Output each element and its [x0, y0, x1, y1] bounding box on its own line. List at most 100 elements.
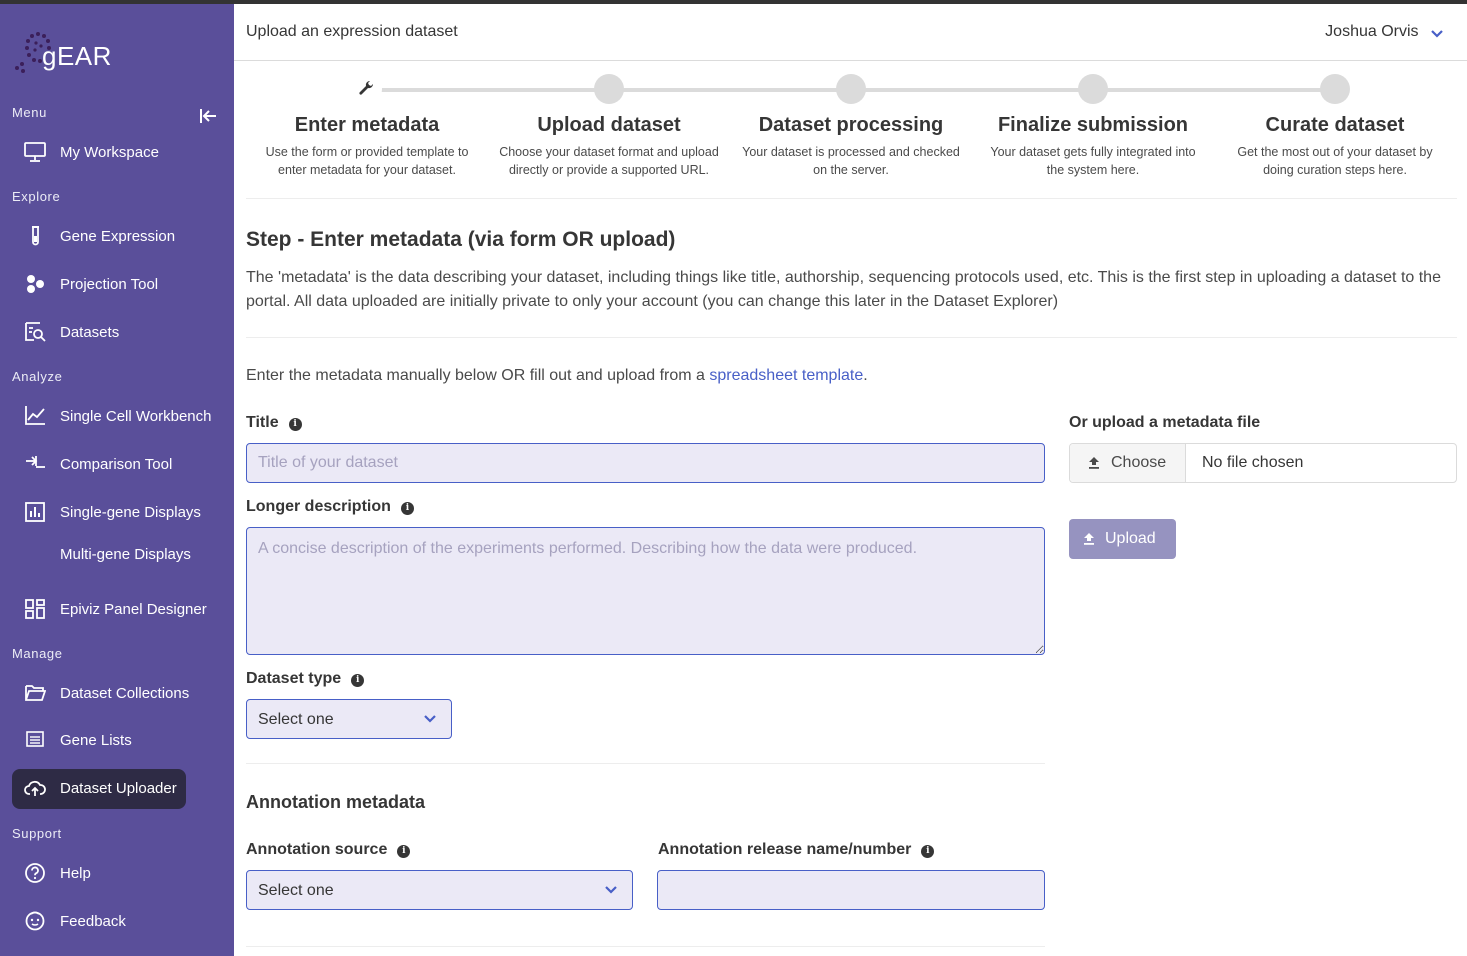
manual-suffix: .	[863, 367, 868, 384]
sidebar-item-label: Feedback	[60, 913, 126, 930]
circles-icon	[27, 275, 44, 293]
sidebar-item-label: My Workspace	[60, 144, 159, 161]
sidebar-item-dataset-uploader[interactable]: Dataset Uploader	[12, 769, 186, 809]
manual-entry-text: Enter the metadata manually below OR fil…	[246, 364, 1451, 388]
compare-arrows-icon	[26, 456, 45, 468]
sidebar-item-dataset-collections[interactable]: Dataset Collections	[12, 674, 222, 714]
user-name: Joshua Orvis	[1325, 23, 1419, 40]
choose-file-button[interactable]: Choose	[1070, 444, 1186, 482]
user-menu[interactable]: Joshua Orvis	[1325, 23, 1443, 41]
annotation-source-label: Annotation source i	[246, 841, 411, 859]
sidebar-item-comparison-tool[interactable]: Comparison Tool	[12, 445, 222, 485]
section-manage: Manage	[12, 646, 63, 661]
divider	[246, 946, 1045, 947]
step-marker	[1320, 74, 1350, 104]
info-icon[interactable]: i	[288, 418, 302, 431]
sidebar-item-multi-gene-displays[interactable]: Multi-gene Displays	[12, 535, 222, 575]
step-dataset-processing: Dataset processing Your dataset is proce…	[730, 74, 972, 179]
sidebar-item-single-gene-displays[interactable]: Single-gene Displays	[12, 493, 222, 533]
page-header: Upload an expression dataset Joshua Orvi…	[234, 4, 1467, 61]
step-enter-metadata: Enter metadata Use the form or provided …	[246, 74, 488, 179]
annotation-source-label-text: Annotation source	[246, 841, 388, 858]
upload-label: Upload	[1105, 530, 1156, 547]
info-icon[interactable]: i	[351, 674, 365, 687]
step-description: Your dataset gets fully integrated into …	[990, 145, 1196, 177]
dataset-type-label-text: Dataset type	[246, 670, 342, 687]
dataset-type-value: Select one	[258, 711, 334, 728]
step-description: Use the form or provided template to ent…	[265, 145, 469, 177]
collapse-sidebar-icon[interactable]	[199, 108, 217, 124]
help-circle-icon	[25, 863, 45, 883]
upload-arrow-icon	[1089, 457, 1099, 469]
spreadsheet-template-link[interactable]: spreadsheet template	[709, 367, 863, 384]
step-marker	[594, 74, 624, 104]
sidebar: gEAR Menu My Workspace Explore Gene Expr…	[0, 4, 234, 956]
sidebar-item-label: Epiviz Panel Designer	[60, 601, 207, 618]
sidebar-item-help[interactable]: Help	[12, 854, 222, 894]
sidebar-item-label: Dataset Uploader	[60, 780, 177, 797]
step-title: Enter metadata	[294, 114, 440, 136]
sidebar-item-feedback[interactable]: Feedback	[12, 902, 222, 942]
dataset-type-select[interactable]: Select one	[246, 699, 452, 739]
step-finalize-submission: Finalize submission Your dataset gets fu…	[972, 74, 1214, 179]
sidebar-item-label: Single-gene Displays	[60, 504, 201, 521]
logo-text: gEAR	[42, 41, 112, 71]
metadata-file-input[interactable]: Choose No file chosen	[1069, 443, 1457, 483]
description-label-text: Longer description	[246, 498, 391, 515]
step-marker	[1078, 74, 1108, 104]
annotation-source-value: Select one	[258, 882, 334, 899]
title-input[interactable]	[246, 443, 1045, 483]
annotation-release-input[interactable]	[657, 870, 1045, 910]
progress-steps: Enter metadata Use the form or provided …	[246, 74, 1457, 184]
bar-chart-icon	[25, 502, 45, 522]
step-title: Dataset processing	[758, 114, 944, 136]
sidebar-item-my-workspace[interactable]: My Workspace	[12, 133, 222, 173]
file-name: No file chosen	[1202, 454, 1304, 471]
cloud-upload-icon	[24, 780, 46, 796]
title-label-text: Title	[246, 414, 279, 431]
dataset-type-label: Dataset type i	[246, 670, 365, 688]
sidebar-item-epiviz-panel-designer[interactable]: Epiviz Panel Designer	[12, 590, 222, 630]
upload-file-label: Or upload a metadata file	[1069, 414, 1261, 431]
info-icon[interactable]: i	[921, 845, 935, 858]
annotation-source-select[interactable]: Select one	[246, 870, 633, 910]
sidebar-item-datasets[interactable]: Datasets	[12, 313, 222, 353]
step-title: Finalize submission	[997, 114, 1189, 136]
step-marker	[836, 74, 866, 104]
section-menu: Menu	[12, 105, 47, 120]
description-textarea[interactable]	[246, 527, 1045, 655]
annotation-release-label-text: Annotation release name/number	[658, 841, 912, 858]
sidebar-item-label: Projection Tool	[60, 276, 159, 293]
upload-button[interactable]: Upload	[1069, 519, 1176, 559]
choose-label: Choose	[1111, 454, 1167, 471]
step-description: Your dataset is processed and checked on…	[742, 145, 960, 177]
info-icon[interactable]: i	[397, 845, 411, 858]
step-description: Get the most out of your dataset by doin…	[1237, 145, 1433, 177]
monitor-icon	[24, 142, 46, 162]
step-curate-dataset: Curate dataset Get the most out of your …	[1214, 74, 1456, 179]
sidebar-item-label: Gene Lists	[60, 732, 132, 749]
annotation-release-label: Annotation release name/number i	[658, 841, 935, 859]
divider	[246, 763, 1045, 764]
chevron-down-icon	[1431, 30, 1443, 38]
folder-open-icon	[25, 685, 46, 701]
page-title: Upload an expression dataset	[246, 23, 458, 40]
upload-arrow-icon	[1084, 533, 1094, 545]
chevron-down-icon	[424, 715, 436, 723]
step-marker	[352, 74, 382, 104]
gear-logo[interactable]: gEAR	[8, 24, 111, 80]
panel-layout-icon	[25, 599, 45, 619]
step-title: Upload dataset	[537, 114, 681, 136]
description-label: Longer description i	[246, 498, 414, 516]
step-description: Choose your dataset format and upload di…	[499, 145, 719, 177]
sidebar-item-projection-tool[interactable]: Projection Tool	[12, 265, 222, 305]
title-label: Title i	[246, 414, 302, 432]
sidebar-item-single-cell-workbench[interactable]: Single Cell Workbench	[12, 397, 222, 437]
sidebar-item-gene-lists[interactable]: Gene Lists	[12, 721, 222, 761]
sidebar-item-label: Dataset Collections	[60, 685, 190, 702]
sidebar-item-label: Gene Expression	[60, 228, 176, 245]
info-icon[interactable]: i	[400, 502, 414, 515]
sidebar-item-label: Single Cell Workbench	[60, 408, 212, 425]
section-analyze: Analyze	[12, 369, 63, 384]
sidebar-item-gene-expression[interactable]: Gene Expression	[12, 217, 222, 257]
